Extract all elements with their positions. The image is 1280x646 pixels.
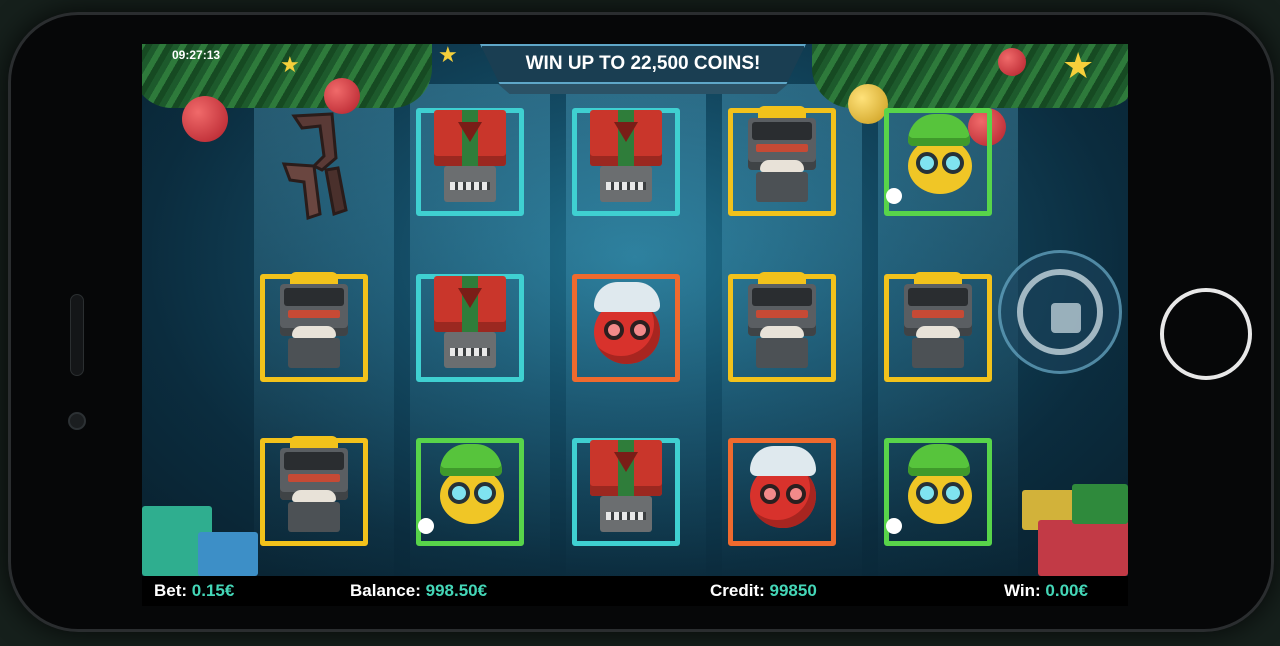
present-decoration — [1038, 520, 1128, 576]
win-label: Win: — [1004, 581, 1041, 600]
phone-side-button — [70, 294, 84, 376]
game-screen: ★ ★ ★ 09:27:13 WIN UP TO 22,500 COINS! — [142, 44, 1128, 576]
banner-trim — [498, 84, 788, 94]
win-display: Win: 0.00€ — [1004, 581, 1088, 601]
star-icon: ★ — [438, 44, 458, 67]
reel-symbol-gift-robot — [410, 266, 530, 386]
spin-button[interactable] — [998, 250, 1122, 374]
spin-icon — [1017, 269, 1103, 355]
present-decoration — [1072, 484, 1128, 524]
win-value: 0.00€ — [1045, 581, 1088, 600]
status-bar: Bet: 0.15€ Balance: 998.50€ Credit: 9985… — [142, 576, 1128, 606]
bet-display: Bet: 0.15€ — [154, 581, 234, 601]
ornament-icon — [998, 48, 1026, 76]
win-banner-text: WIN UP TO 22,500 COINS! — [525, 53, 761, 74]
reel-symbol-robot-chef — [722, 266, 842, 386]
reel-symbol-elf-ball — [878, 100, 998, 220]
balance-label: Balance: — [350, 581, 421, 600]
credit-label: Credit: — [710, 581, 765, 600]
camera-icon — [68, 412, 86, 430]
credit-value: 99850 — [769, 581, 817, 600]
clock: 09:27:13 — [172, 48, 221, 62]
win-banner: WIN UP TO 22,500 COINS! — [480, 44, 806, 84]
ornament-icon — [182, 96, 228, 142]
reel-symbol-robot-chef — [254, 430, 374, 550]
reel-symbol-cat-ball — [722, 430, 842, 550]
reel-symbol-gift-robot — [566, 430, 686, 550]
reel-symbol-robot-chef — [254, 266, 374, 386]
bet-value: 0.15€ — [191, 581, 235, 600]
home-button-icon[interactable] — [1160, 288, 1252, 380]
present-decoration — [198, 532, 258, 576]
ornament-icon — [324, 78, 360, 114]
balance-display: Balance: 998.50€ — [350, 581, 487, 601]
balance-value: 998.50€ — [425, 581, 488, 600]
reel-symbol-gift-robot — [410, 100, 530, 220]
reel-symbol-robot-chef — [878, 266, 998, 386]
star-icon: ★ — [1062, 45, 1095, 86]
reel-symbol-elf-ball — [878, 430, 998, 550]
reel-symbol-cat-ball — [566, 266, 686, 386]
reel-symbol-gift-robot — [566, 100, 686, 220]
claw-icon — [281, 112, 348, 220]
reel-symbol-elf-ball — [410, 430, 530, 550]
reel-symbol-robot-chef — [722, 100, 842, 220]
bet-label: Bet: — [154, 581, 188, 600]
star-icon: ★ — [280, 52, 300, 77]
credit-display: Credit: 99850 — [710, 581, 817, 601]
